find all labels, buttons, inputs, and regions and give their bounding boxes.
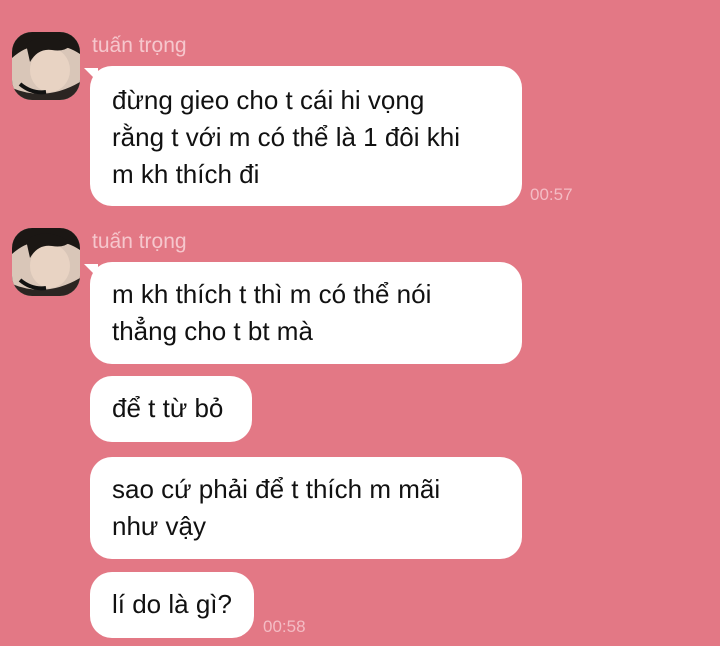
message-text: đừng gieo cho t cái hi vọng — [112, 85, 425, 115]
message-text: rằng t với m có thể là 1 đôi khi — [112, 122, 460, 152]
message-bubble[interactable]: lí do là gì? — [90, 572, 254, 638]
message-text: sao cứ phải để t thích m mãi — [112, 474, 441, 504]
message-text: như vậy — [112, 511, 207, 541]
message-bubble[interactable]: sao cứ phải để t thích m mãi như vậy — [90, 457, 522, 559]
sender-avatar[interactable] — [12, 32, 80, 100]
message-bubble[interactable]: m kh thích t thì m có thể nói thẳng cho … — [90, 262, 522, 364]
message-text: lí do là gì? — [112, 589, 232, 619]
message-timestamp: 00:58 — [263, 617, 306, 636]
message-text: m kh thích t thì m có thể nói — [112, 279, 432, 309]
message-bubble[interactable]: để t từ bỏ — [90, 376, 252, 442]
avatar-photo-icon — [12, 228, 80, 296]
avatar-photo-icon — [12, 32, 80, 100]
message-text: để t từ bỏ — [112, 393, 224, 423]
sender-avatar[interactable] — [12, 228, 80, 296]
message-timestamp: 00:57 — [530, 185, 573, 204]
sender-name: tuấn trọng — [92, 34, 187, 57]
sender-name: tuấn trọng — [92, 230, 187, 253]
message-text: m kh thích đi — [112, 159, 260, 189]
message-bubble[interactable]: đừng gieo cho t cái hi vọng rằng t với m… — [90, 66, 522, 206]
message-text: thẳng cho t bt mà — [112, 316, 313, 346]
